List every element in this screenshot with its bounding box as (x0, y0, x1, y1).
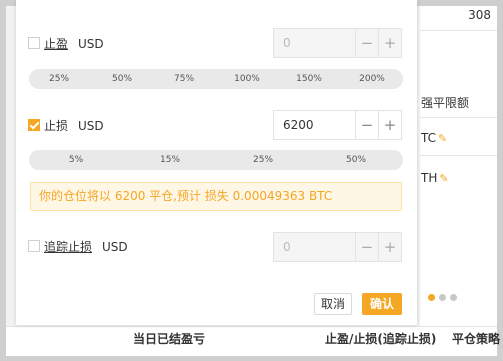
plus-button[interactable]: + (378, 233, 401, 261)
percent-option[interactable]: 75% (174, 69, 194, 89)
cancel-button[interactable]: 取消 (314, 293, 352, 315)
percent-option[interactable]: 50% (346, 150, 366, 170)
background-sidebar (420, 6, 497, 326)
trailing-stop-input[interactable]: 0 (274, 233, 355, 261)
trailing-stop-checkbox[interactable] (28, 240, 40, 252)
stop-loss-checkbox[interactable] (28, 119, 40, 131)
take-profit-input[interactable]: 0 (274, 29, 355, 57)
column-header-tp-sl: 止盈/止损(追踪止损) (325, 332, 437, 346)
trailing-stop-label-group: 追踪止损 USD (44, 238, 128, 255)
percent-option[interactable]: 150% (296, 69, 322, 89)
background-row-2: TH ✎ (421, 171, 449, 185)
take-profit-row: 止盈 USD (28, 33, 104, 53)
percent-option[interactable]: 50% (112, 69, 132, 89)
edit-pencil-icon[interactable]: ✎ (438, 132, 447, 145)
pagination-dot[interactable] (450, 294, 457, 301)
percent-option[interactable]: 5% (69, 150, 83, 170)
background-number: 308 (468, 8, 491, 22)
plus-button[interactable]: + (378, 111, 401, 139)
tp-sl-dialog: 止盈 USD 0 − + 25% 50% 75% 100% 150% 200% 止… (16, 0, 417, 325)
stop-loss-input[interactable]: 6200 (274, 111, 355, 139)
divider (420, 155, 497, 156)
percent-option[interactable]: 25% (49, 69, 69, 89)
trailing-stop-unit: USD (102, 239, 128, 254)
background-limit-label: 强平限额 (421, 96, 470, 110)
stop-loss-stepper: 6200 − + (273, 110, 402, 140)
percent-option[interactable]: 100% (234, 69, 260, 89)
plus-button[interactable]: + (378, 29, 401, 57)
take-profit-stepper: 0 − + (273, 28, 402, 58)
background-row-2-text: TH (421, 171, 438, 185)
take-profit-label-group: 止盈 USD (44, 35, 104, 52)
stop-loss-label[interactable]: 止损 (44, 119, 68, 133)
divider (420, 117, 497, 118)
divider (420, 30, 497, 31)
column-header-realized-pnl: 当日已结盈亏 (133, 332, 206, 346)
pagination-dot[interactable] (439, 294, 446, 301)
confirm-button[interactable]: 确认 (362, 293, 402, 315)
trailing-stop-stepper: 0 − + (273, 232, 402, 262)
background-row-1-text: TC (421, 131, 437, 145)
liquidation-notice: 你的仓位将以 6200 平仓,预计 损失 0.00049363 BTC (30, 182, 402, 211)
stop-loss-percent-bar: 5% 15% 25% 50% (29, 150, 403, 170)
pagination-dot[interactable] (428, 294, 435, 301)
trailing-stop-label[interactable]: 追踪止损 (44, 240, 92, 254)
take-profit-unit: USD (78, 36, 104, 51)
minus-button[interactable]: − (355, 29, 378, 57)
take-profit-percent-bar: 25% 50% 75% 100% 150% 200% (29, 69, 403, 89)
window-frame: 308 强平限额 TC ✎ TH ✎ 当日已结盈亏 止盈/止损(追踪止损) 平仓策略… (0, 0, 503, 361)
minus-button[interactable]: − (355, 233, 378, 261)
stop-loss-row: 止损 USD (28, 115, 104, 135)
take-profit-checkbox[interactable] (28, 37, 40, 49)
pagination-dots[interactable] (428, 290, 461, 304)
percent-option[interactable]: 25% (253, 150, 273, 170)
stop-loss-label-group: 止损 USD (44, 117, 104, 134)
stop-loss-unit: USD (78, 118, 104, 133)
edit-pencil-icon[interactable]: ✎ (439, 172, 448, 185)
column-header-close-strategy: 平仓策略 (452, 332, 501, 346)
take-profit-label[interactable]: 止盈 (44, 37, 68, 51)
percent-option[interactable]: 200% (359, 69, 385, 89)
trailing-stop-row: 追踪止损 USD (28, 236, 128, 256)
minus-button[interactable]: − (355, 111, 378, 139)
percent-option[interactable]: 15% (160, 150, 180, 170)
background-row-1: TC ✎ (421, 131, 447, 145)
